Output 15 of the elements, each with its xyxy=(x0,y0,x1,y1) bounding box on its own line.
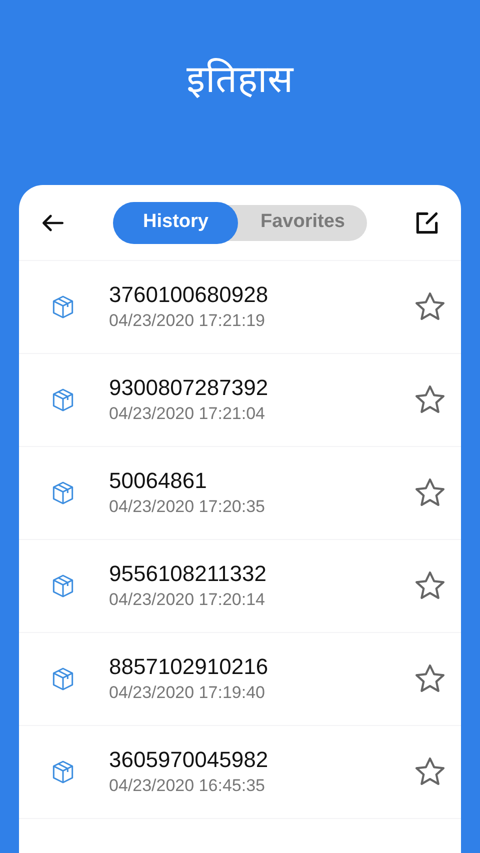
barcode-number: 50064861 xyxy=(109,467,208,495)
barcode-number: 3605970045982 xyxy=(109,746,270,774)
barcode-number: 8857102910216 xyxy=(109,653,270,681)
tab[interactable]: History xyxy=(113,202,238,244)
barcode-number: 3760100680928 xyxy=(109,281,270,309)
barcode-number: 9300807287392 xyxy=(109,374,270,402)
scan-time: 04/23/2020 16:45:35 xyxy=(109,775,266,797)
scan-time: 04/23/2020 17:21:19 xyxy=(109,310,266,332)
scan-time: 04/23/2020 17:20:35 xyxy=(109,496,266,518)
scan-time: 04/23/2020 17:21:04 xyxy=(109,403,266,425)
scan-time: 04/23/2020 17:19:40 xyxy=(109,682,266,704)
scan-time: 04/23/2020 17:20:14 xyxy=(109,589,266,611)
barcode-number: 9556108211332 xyxy=(109,560,268,588)
tab[interactable]: Favorites xyxy=(238,204,367,240)
page-title: इतिहास xyxy=(186,57,294,103)
